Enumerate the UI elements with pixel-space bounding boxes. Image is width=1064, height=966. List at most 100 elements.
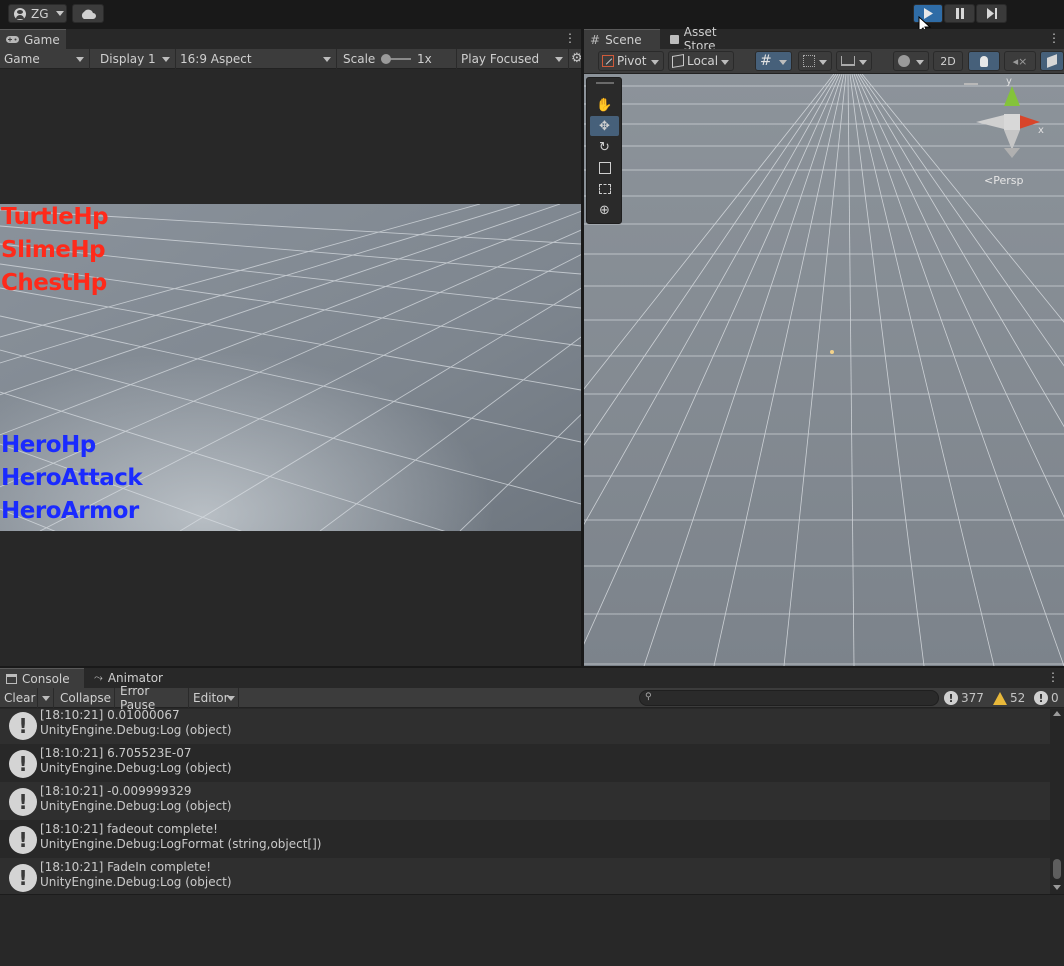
list-item[interactable]: ! [18:10:21] FadeIn complete! UnityEngin… xyxy=(0,858,1050,895)
panel-divider[interactable] xyxy=(581,29,584,666)
rect-tool-button[interactable] xyxy=(590,179,619,199)
console-detail-area[interactable] xyxy=(0,894,1064,966)
kebab-menu-icon[interactable]: ⋮ xyxy=(1048,32,1060,46)
shopping-bag-icon xyxy=(670,34,679,44)
scroll-up-icon[interactable] xyxy=(1053,711,1061,716)
scrollbar-thumb[interactable] xyxy=(1053,859,1061,879)
step-icon xyxy=(986,8,997,19)
game-floor-render: TurtleHp SlimeHp ChestHp HeroHp HeroAtta… xyxy=(0,204,581,531)
toggle-2d-button[interactable]: 2D xyxy=(933,51,963,71)
console-scrollbar[interactable] xyxy=(1050,709,1064,895)
info-icon: ! xyxy=(9,712,37,740)
kebab-menu-icon[interactable]: ⋮ xyxy=(1047,671,1059,685)
list-item[interactable]: ! [18:10:21] fadeout complete! UnityEngi… xyxy=(0,820,1050,858)
scale-tool-button[interactable] xyxy=(590,158,619,178)
display-label: Display 1 xyxy=(100,52,156,66)
account-dropdown[interactable]: ZG xyxy=(8,4,67,23)
kebab-menu-icon[interactable]: ⋮ xyxy=(564,32,576,46)
lighting-toggle-button[interactable] xyxy=(968,51,1000,71)
scene-panel: # Scene Asset Store ⋮ Pivot Local # 2D ◂… xyxy=(584,25,1064,666)
move-tool-button[interactable]: ✥ xyxy=(590,116,619,136)
display-dropdown[interactable]: Display 1 xyxy=(96,49,176,69)
pause-icon xyxy=(955,8,964,19)
play-focused-dropdown[interactable]: Play Focused xyxy=(457,49,569,69)
chevron-down-icon xyxy=(227,696,235,701)
audio-toggle-button[interactable]: ◂× xyxy=(1004,51,1036,71)
cloud-button[interactable] xyxy=(72,4,104,23)
cloud-icon xyxy=(81,9,96,19)
tab-scene[interactable]: # Scene xyxy=(584,29,660,49)
rotate-icon: ↻ xyxy=(599,139,610,155)
lightbulb-icon xyxy=(980,55,988,67)
error-pause-label: Error Pause xyxy=(120,684,156,712)
chevron-down-icon xyxy=(323,57,331,62)
tab-game-label: Game xyxy=(24,32,60,47)
log-source: UnityEngine.Debug:Log (object) xyxy=(40,799,232,813)
error-pause-toggle[interactable]: Error Pause xyxy=(116,684,189,712)
hand-tool-button[interactable]: ✋ xyxy=(590,95,619,115)
hud-hero-attack: HeroAttack xyxy=(1,465,143,491)
console-search-input[interactable]: ⚲ xyxy=(639,690,939,706)
account-label: ZG xyxy=(31,6,49,21)
game-mode-dropdown[interactable]: Game xyxy=(0,49,90,69)
chevron-down-icon xyxy=(651,60,659,65)
console-toolbar: Clear Collapse Error Pause Editor ⚲ ! 37… xyxy=(0,684,1064,712)
pause-button[interactable] xyxy=(944,4,975,23)
info-icon: ! xyxy=(9,750,37,778)
clear-label: Clear xyxy=(4,691,36,705)
info-icon: ! xyxy=(9,826,37,854)
animator-icon: ⤳ xyxy=(94,671,103,684)
hud-hero-hp: HeroHp xyxy=(1,432,96,458)
ruler-icon xyxy=(841,56,855,66)
list-item[interactable]: ! [18:10:21] 0.01000067 UnityEngine.Debu… xyxy=(0,709,1050,744)
aspect-dropdown[interactable]: 16:9 Aspect xyxy=(176,49,337,69)
projection-label[interactable]: <Persp xyxy=(984,174,1023,187)
scene-viewport[interactable]: ✋ ✥ ↻ ⊕ y x <Persp xyxy=(584,74,1064,666)
rotate-tool-button[interactable]: ↻ xyxy=(590,137,619,157)
log-source: UnityEngine.Debug:Log (object) xyxy=(40,875,232,889)
info-icon: ! xyxy=(9,788,37,816)
console-log-list[interactable]: ! [18:10:21] 0.01000067 UnityEngine.Debu… xyxy=(0,709,1064,895)
pivot-label: Pivot xyxy=(617,54,647,68)
clear-options-dropdown[interactable] xyxy=(38,688,54,708)
warning-count-toggle[interactable]: 52 xyxy=(993,689,1031,707)
scale-slider-thumb[interactable] xyxy=(381,54,391,64)
log-message: [18:10:21] fadeout complete! xyxy=(40,822,218,836)
log-count-toggle[interactable]: ! 377 xyxy=(944,689,989,707)
effects-toggle-button[interactable] xyxy=(1040,51,1064,71)
clear-button[interactable]: Clear xyxy=(0,688,38,708)
chevron-down-icon xyxy=(721,60,729,65)
render-mode-button[interactable] xyxy=(893,51,929,71)
tab-console[interactable]: Console xyxy=(0,668,84,688)
orientation-gizmo[interactable]: y x <Persp xyxy=(964,76,1060,188)
error-count-toggle[interactable]: ! 0 xyxy=(1034,689,1064,707)
incremental-snap-button[interactable] xyxy=(836,51,872,71)
transform-tool-button[interactable]: ⊕ xyxy=(590,200,619,220)
info-icon: ! xyxy=(9,864,37,892)
pivot-dropdown[interactable]: Pivot xyxy=(598,51,664,71)
warning-icon xyxy=(993,691,1007,705)
pivot-icon xyxy=(602,55,614,67)
game-view[interactable]: TurtleHp SlimeHp ChestHp HeroHp HeroAtta… xyxy=(0,70,581,666)
transform-icon: ⊕ xyxy=(599,202,610,218)
log-message: [18:10:21] FadeIn complete! xyxy=(40,860,212,874)
tab-game[interactable]: Game xyxy=(0,29,66,49)
tab-asset-store[interactable]: Asset Store xyxy=(664,25,756,53)
hud-hero-armor: HeroArmor xyxy=(1,498,139,524)
grid-snap-button[interactable]: # xyxy=(755,51,792,71)
collapse-toggle[interactable]: Collapse xyxy=(56,688,115,708)
warning-count: 52 xyxy=(1010,691,1026,705)
step-button[interactable] xyxy=(976,4,1007,23)
local-label: Local xyxy=(687,54,719,68)
palette-handle[interactable] xyxy=(596,82,614,84)
snap-increment-button[interactable] xyxy=(798,51,832,71)
local-dropdown[interactable]: Local xyxy=(668,51,734,71)
scroll-down-icon[interactable] xyxy=(1053,885,1061,890)
editor-dropdown[interactable]: Editor xyxy=(189,688,239,708)
console-panel: Console ⤳ Animator ⋮ Clear Collapse Erro… xyxy=(0,668,1064,966)
log-message: [18:10:21] 6.705523E-07 xyxy=(40,746,192,760)
chevron-down-icon xyxy=(42,696,50,701)
error-count: 0 xyxy=(1051,691,1059,705)
list-item[interactable]: ! [18:10:21] -0.009999329 UnityEngine.De… xyxy=(0,782,1050,820)
list-item[interactable]: ! [18:10:21] 6.705523E-07 UnityEngine.De… xyxy=(0,744,1050,782)
